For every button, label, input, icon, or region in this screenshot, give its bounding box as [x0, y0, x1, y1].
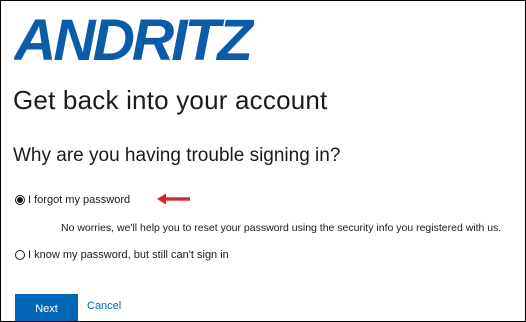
- option-cant-sign-in[interactable]: I know my password, but still can't sign…: [15, 249, 229, 261]
- page-title-text: Get back into your account: [13, 85, 328, 115]
- radio-cant-sign-in[interactable]: [15, 250, 25, 260]
- andritz-logo: ANDRITZ: [14, 10, 254, 66]
- option-cant-sign-in-label: I know my password, but still can't sign…: [28, 249, 229, 261]
- trouble-question-text: Why are you having trouble signing in?: [13, 145, 341, 166]
- radio-forgot-password[interactable]: [15, 195, 25, 205]
- option-forgot-password-label: I forgot my password: [28, 194, 131, 206]
- red-arrow-left-icon: [157, 193, 191, 205]
- forgot-password-help-text: No worries, we'll help you to reset your…: [61, 222, 502, 234]
- sign-in-recovery-panel: ANDRITZ Get back into your account Why a…: [0, 0, 526, 322]
- cancel-link[interactable]: Cancel: [87, 300, 121, 312]
- option-forgot-password[interactable]: I forgot my password: [15, 194, 130, 206]
- radio-selected-dot: [17, 197, 23, 203]
- page-title: Get back into your account: [13, 85, 327, 116]
- next-button[interactable]: Next: [15, 294, 78, 321]
- trouble-question: Why are you having trouble signing in?: [13, 145, 340, 167]
- logo-text: ANDRITZ: [14, 10, 254, 66]
